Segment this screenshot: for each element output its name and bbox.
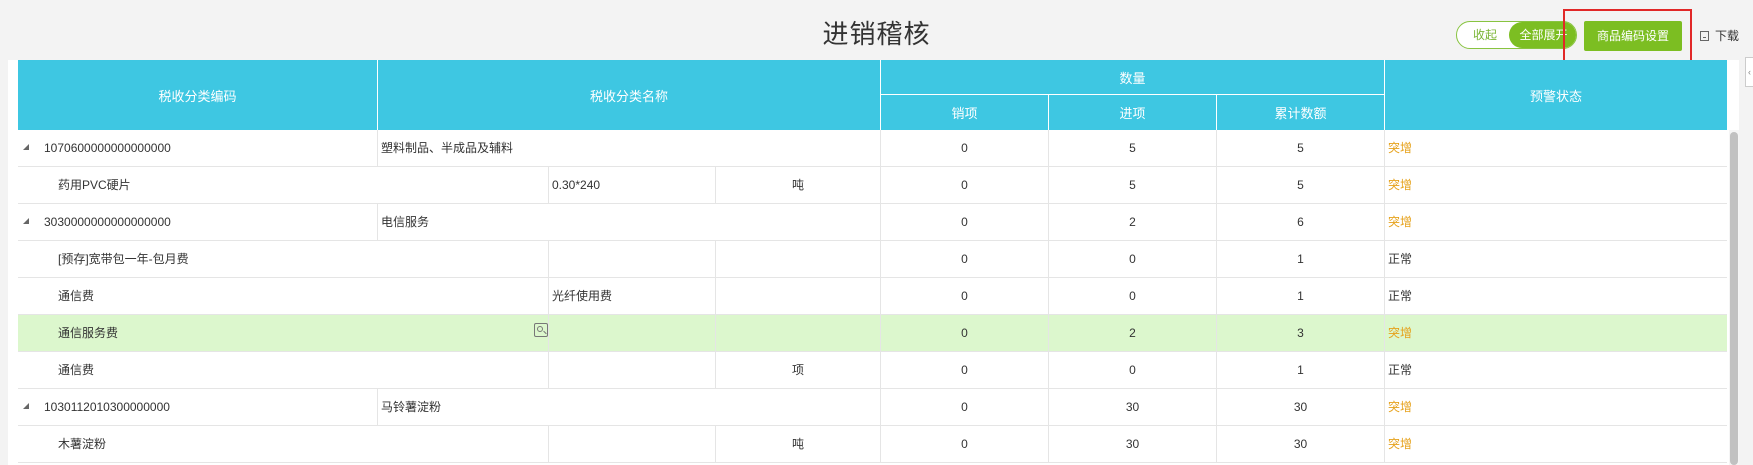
purchases-cell: 0: [1049, 352, 1217, 388]
spec-cell: [549, 352, 716, 388]
status-badge: 突增: [1388, 437, 1413, 451]
cumulative-cell: 5: [1217, 130, 1385, 166]
cumulative-cell: 1: [1217, 278, 1385, 314]
unit-cell: [716, 315, 881, 351]
sales-cell: 0: [881, 241, 1049, 277]
goods-name-cell: 通信服务费: [18, 315, 549, 351]
cumulative-cell: 1: [1217, 352, 1385, 388]
collapse-button[interactable]: 收起: [1457, 22, 1513, 48]
sales-cell: 0: [881, 167, 1049, 203]
spec-cell: [549, 241, 716, 277]
unit-cell: 项: [716, 352, 881, 388]
vertical-scrollbar[interactable]: [1729, 130, 1739, 465]
status-badge: 突增: [1388, 178, 1413, 192]
header-tax-code: 税收分类编码: [18, 60, 378, 130]
tax-code-cell: 1030112010300000000: [18, 389, 378, 425]
table-row[interactable]: [预存]宽带包一年-包月费 0 0 1 正常: [18, 241, 1727, 278]
side-panel-tab[interactable]: ‹: [1745, 57, 1753, 87]
goods-name-cell: 木薯淀粉: [18, 426, 549, 462]
download-icon: [1700, 31, 1709, 41]
search-icon[interactable]: [534, 323, 548, 337]
tax-name-cell: 马铃薯淀粉: [378, 389, 881, 425]
status-badge: 突增: [1388, 326, 1413, 340]
purchases-cell: 30: [1049, 389, 1217, 425]
audit-table: 税收分类编码 税收分类名称 数量 销项 进项 累计数额 预警状态 1070600…: [8, 60, 1739, 465]
table-group-row[interactable]: 1030112010300000000 马铃薯淀粉 0 30 30 突增: [18, 389, 1727, 426]
table-row[interactable]: 木薯淀粉吨 0 30 30 突增: [18, 426, 1727, 463]
sales-cell: 0: [881, 352, 1049, 388]
table-row[interactable]: 药用PVC硬片 0.30*240 吨 0 5 5 突增: [18, 167, 1727, 204]
tax-code-cell: 1070600000000000000: [18, 130, 378, 166]
sales-cell: 0: [881, 389, 1049, 425]
goods-name-cell: 通信费: [18, 278, 549, 314]
download-label: 下载: [1715, 29, 1740, 43]
spec-cell: [549, 315, 716, 351]
table-row[interactable]: 通信费项 0 0 1 正常: [18, 352, 1727, 389]
header-purchases: 进项: [1049, 95, 1217, 130]
cumulative-cell: 30: [1217, 389, 1385, 425]
cumulative-cell: 5: [1217, 167, 1385, 203]
purchases-cell: 2: [1049, 204, 1217, 240]
status-badge: 正常: [1388, 289, 1413, 303]
sales-cell: 0: [881, 204, 1049, 240]
table-body: 1070600000000000000 塑料制品、半成品及辅料 0 5 5 突增 药用PVC…: [18, 130, 1727, 463]
goods-name-cell: [预存]宽带包一年-包月费: [18, 241, 549, 277]
scrollbar-thumb[interactable]: [1730, 132, 1738, 465]
purchases-cell: 5: [1049, 167, 1217, 203]
unit-cell: [716, 241, 881, 277]
goods-name-cell: 药用PVC硬片: [18, 167, 549, 203]
table-header: 税收分类编码 税收分类名称 数量 销项 进项 累计数额 预警状态: [18, 60, 1727, 130]
status-badge: 突增: [1388, 141, 1413, 155]
purchases-cell: 30: [1049, 426, 1217, 462]
unit-cell: 吨: [716, 167, 881, 203]
header-cumulative: 累计数额: [1217, 95, 1385, 130]
cumulative-cell: 1: [1217, 241, 1385, 277]
sales-cell: 0: [881, 130, 1049, 166]
table-group-row[interactable]: 1070600000000000000 塑料制品、半成品及辅料 0 5 5 突增: [18, 130, 1727, 167]
tax-name-cell: 塑料制品、半成品及辅料: [378, 130, 881, 166]
table-row[interactable]: 通信费 光纤使用费 0 0 1 正常: [18, 278, 1727, 315]
expand-collapse-toggle[interactable]: 收起 全部展开: [1456, 21, 1577, 49]
spec-cell: 光纤使用费: [549, 278, 716, 314]
cumulative-cell: 3: [1217, 315, 1385, 351]
purchases-cell: 2: [1049, 315, 1217, 351]
unit-cell: [716, 278, 881, 314]
sales-cell: 0: [881, 315, 1049, 351]
goods-name-cell: 通信费: [18, 352, 549, 388]
spec-cell: 0.30*240: [549, 167, 716, 203]
cumulative-cell: 6: [1217, 204, 1385, 240]
status-badge: 突增: [1388, 215, 1413, 229]
status-badge: 突增: [1388, 400, 1413, 414]
header-sales: 销项: [881, 95, 1049, 130]
audit-page: 进销稽核 收起 全部展开 商品编码设置 下载 ‹ 税收分类编码 税收分类名称 数…: [0, 0, 1753, 465]
purchases-cell: 0: [1049, 278, 1217, 314]
header-quantity: 数量: [881, 60, 1385, 95]
purchases-cell: 0: [1049, 241, 1217, 277]
sales-cell: 0: [881, 278, 1049, 314]
cumulative-cell: 30: [1217, 426, 1385, 462]
table-row[interactable]: 通信服务费 0 2 3 突增: [18, 315, 1727, 352]
table-group-row[interactable]: 3030000000000000000 电信服务 0 2 6 突增: [18, 204, 1727, 241]
product-code-settings-button[interactable]: 商品编码设置: [1584, 21, 1682, 51]
header-alert-status: 预警状态: [1529, 88, 1582, 104]
spec-cell: [549, 426, 716, 462]
sales-cell: 0: [881, 426, 1049, 462]
status-badge: 正常: [1388, 363, 1413, 377]
status-badge: 正常: [1388, 252, 1413, 266]
tax-code-cell: 3030000000000000000: [18, 204, 378, 240]
unit-cell: 吨: [716, 426, 881, 462]
purchases-cell: 5: [1049, 130, 1217, 166]
download-button[interactable]: 下载: [1700, 27, 1739, 44]
tax-name-cell: 电信服务: [378, 204, 881, 240]
header-tax-name: 税收分类名称: [378, 60, 881, 130]
